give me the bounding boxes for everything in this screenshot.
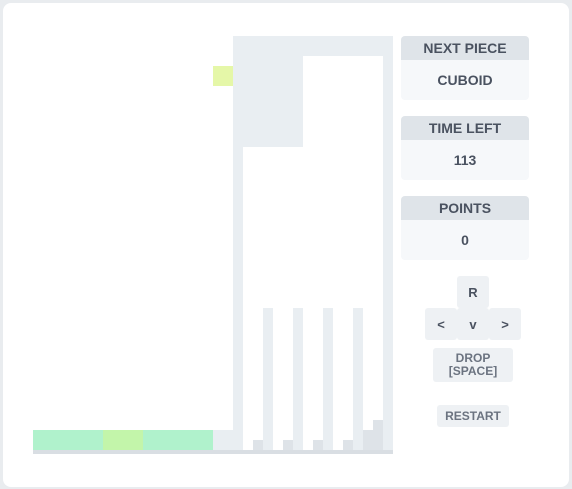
time-left-label: TIME LEFT [401,116,529,140]
landed-block-mint [143,430,213,450]
restart-button[interactable]: RESTART [437,405,509,427]
floor-stub [373,420,383,430]
next-piece-label: NEXT PIECE [401,36,529,60]
time-left-box: TIME LEFT 113 [401,116,529,180]
ground-line [33,450,393,454]
well-right-wall [383,36,393,453]
well-top-bar [233,36,393,56]
falling-block [213,66,233,86]
well-column [263,308,273,453]
floor-stub [343,440,353,450]
landed-block-mint [33,430,103,450]
floor-stub [253,440,263,450]
floor-stub [313,440,323,450]
well-column [323,308,333,453]
floor-stub [363,430,383,450]
well-upper-block [233,56,303,147]
rotate-button[interactable]: R [457,276,489,308]
landed-block-lime [103,430,143,450]
drop-button[interactable]: DROP [SPACE] [433,348,513,382]
drop-hotkey-label: [SPACE] [448,364,498,378]
drop-label: DROP [455,351,491,365]
points-value: 0 [461,232,469,248]
floor-block [213,430,233,450]
points-label: POINTS [401,196,529,220]
floor-stub [283,440,293,450]
next-piece-value: CUBOID [437,72,493,88]
move-down-button[interactable]: v [457,308,489,340]
well-column [293,308,303,453]
move-right-button[interactable]: > [489,308,521,340]
points-box: POINTS 0 [401,196,529,260]
move-left-button[interactable]: < [425,308,457,340]
well-column [353,308,363,453]
time-left-value: 113 [453,152,477,168]
next-piece-box: NEXT PIECE CUBOID [401,36,529,100]
